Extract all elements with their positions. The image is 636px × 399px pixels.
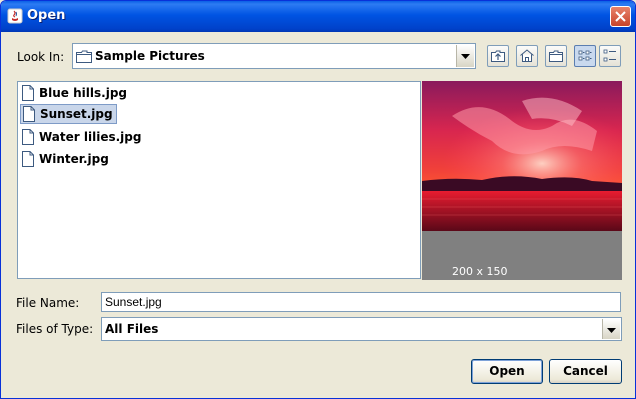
file-list[interactable]: Blue hills.jpg Sunset.jpg Water lilies.j… (17, 81, 421, 279)
home-icon (520, 49, 534, 62)
file-icon (22, 151, 34, 167)
files-of-type-combo[interactable]: All Files (101, 317, 622, 341)
image-preview: 200 x 150 (422, 81, 622, 280)
details-view-button[interactable] (599, 45, 621, 67)
look-in-dropdown-button[interactable] (456, 45, 474, 67)
new-folder-button[interactable] (545, 45, 567, 67)
new-folder-icon (549, 50, 563, 62)
chevron-down-icon (461, 54, 470, 59)
file-icon (22, 85, 34, 101)
details-view-icon (603, 49, 616, 62)
list-view-button[interactable] (574, 45, 596, 67)
look-in-combo[interactable]: Sample Pictures (72, 43, 476, 69)
up-one-level-button[interactable] (487, 45, 509, 67)
file-item-sunset[interactable]: Sunset.jpg (20, 104, 117, 124)
close-icon (615, 11, 626, 22)
list-view-icon (578, 50, 592, 61)
cancel-button[interactable]: Cancel (549, 359, 622, 384)
file-item-label: Winter.jpg (39, 152, 109, 166)
dialog-body: Look In: Sample Pictures Blue hills.jpg … (4, 32, 632, 395)
file-item-label: Sunset.jpg (40, 107, 113, 121)
close-button[interactable] (610, 6, 631, 27)
look-in-value: Sample Pictures (95, 49, 205, 63)
preview-image (422, 81, 622, 231)
file-icon (23, 106, 35, 122)
up-one-level-icon (491, 50, 505, 62)
java-icon (7, 8, 23, 24)
window-title: Open (27, 8, 66, 23)
file-name-label: File Name: (16, 296, 80, 310)
files-of-type-dropdown-button[interactable] (602, 319, 620, 339)
file-item-winter[interactable]: Winter.jpg (20, 149, 112, 169)
file-icon (22, 129, 34, 145)
file-item-water-lilies[interactable]: Water lilies.jpg (20, 127, 144, 147)
files-of-type-value: All Files (105, 322, 159, 336)
preview-dimensions: 200 x 150 (452, 265, 508, 278)
open-button[interactable]: Open (471, 359, 543, 384)
file-item-label: Water lilies.jpg (39, 130, 142, 144)
file-item-label: Blue hills.jpg (39, 86, 127, 100)
file-name-input[interactable] (101, 292, 621, 312)
look-in-label: Look In: (17, 50, 65, 64)
file-item-blue-hills[interactable]: Blue hills.jpg (20, 83, 130, 103)
home-button[interactable] (516, 45, 538, 67)
open-dialog: Open Look In: Sample Pictures Blue hills… (0, 0, 636, 399)
files-of-type-label: Files of Type: (16, 322, 94, 336)
title-bar[interactable]: Open (1, 1, 635, 32)
folder-icon (76, 50, 92, 63)
chevron-down-icon (607, 328, 616, 333)
